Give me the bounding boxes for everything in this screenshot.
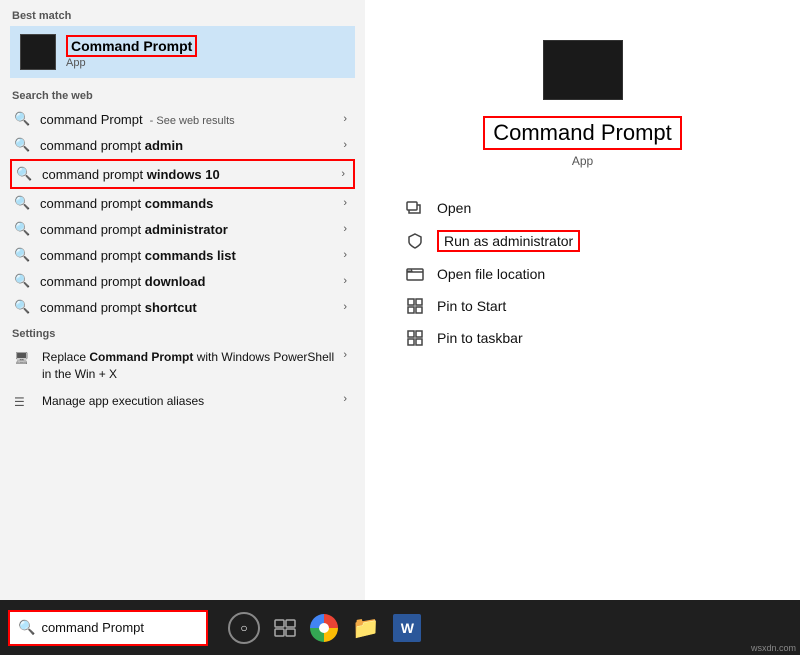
list-icon: ☰ bbox=[14, 395, 34, 415]
pin-start-icon bbox=[405, 296, 425, 316]
file-explorer-button[interactable]: 📁 bbox=[352, 615, 379, 641]
search-result-text: command prompt commands bbox=[40, 196, 343, 211]
settings-label: Settings bbox=[10, 328, 355, 340]
search-icon: 🔍 bbox=[14, 221, 30, 237]
open-label: Open bbox=[437, 200, 471, 216]
bold-text: admin bbox=[145, 138, 183, 153]
chevron-right-icon: › bbox=[341, 168, 349, 180]
search-result-text: command prompt administrator bbox=[40, 222, 343, 237]
cmd-preview-icon bbox=[543, 40, 623, 100]
cortana-button[interactable]: ○ bbox=[228, 612, 260, 644]
search-icon: 🔍 bbox=[14, 137, 30, 153]
list-item[interactable]: 🔍 command prompt shortcut › bbox=[10, 294, 355, 320]
monitor-icon: 🖥 bbox=[14, 351, 34, 371]
search-result-text: command prompt commands list bbox=[40, 248, 343, 263]
bold-text: commands list bbox=[145, 248, 236, 263]
search-icon: 🔍 bbox=[14, 247, 30, 263]
search-icon: 🔍 bbox=[14, 273, 30, 289]
pin-start-label: Pin to Start bbox=[437, 298, 506, 314]
pin-start-button[interactable]: Pin to Start bbox=[405, 290, 800, 322]
search-icon: 🔍 bbox=[14, 299, 30, 315]
taskbar-search-text: command Prompt bbox=[41, 620, 144, 635]
taskbar: 🔍 command Prompt ○ 📁 W wsxdn.com bbox=[0, 600, 800, 655]
search-result-text: command prompt admin bbox=[40, 138, 343, 153]
bold-text: download bbox=[145, 274, 206, 289]
settings-item-text: Replace Command Prompt with Windows Powe… bbox=[42, 349, 343, 383]
watermark-label: wsxdn.com bbox=[751, 643, 796, 653]
chevron-right-icon: › bbox=[343, 275, 351, 287]
app-preview-type: App bbox=[572, 154, 593, 168]
task-view-button[interactable] bbox=[274, 619, 296, 637]
run-as-admin-label: Run as administrator bbox=[437, 230, 580, 252]
taskbar-icons: ○ 📁 W bbox=[228, 612, 421, 644]
open-file-location-button[interactable]: Open file location bbox=[405, 258, 800, 290]
list-item[interactable]: 🔍 command prompt admin › bbox=[10, 132, 355, 158]
best-match-item[interactable]: Command Prompt App bbox=[10, 26, 355, 78]
app-preview-title: Command Prompt bbox=[483, 116, 682, 150]
bold-text: commands bbox=[145, 196, 214, 211]
chrome-icon[interactable] bbox=[310, 614, 338, 642]
search-result-text: command Prompt - See web results bbox=[40, 112, 343, 127]
pin-taskbar-label: Pin to taskbar bbox=[437, 330, 523, 346]
search-result-text: command prompt shortcut bbox=[40, 300, 343, 315]
cortana-icon: ○ bbox=[240, 621, 247, 635]
search-web-label: Search the web bbox=[10, 90, 355, 102]
best-match-app-type: App bbox=[66, 57, 197, 69]
bold-text: shortcut bbox=[145, 300, 197, 315]
chevron-right-icon: › bbox=[343, 393, 351, 405]
search-text-main: command Prompt bbox=[40, 112, 143, 127]
open-button[interactable]: Open bbox=[405, 192, 800, 224]
cmd-icon-best-match bbox=[20, 34, 56, 70]
chevron-right-icon: › bbox=[343, 249, 351, 261]
taskbar-search-icon: 🔍 bbox=[18, 619, 35, 636]
settings-section: Settings 🖥 Replace Command Prompt with W… bbox=[0, 322, 365, 422]
shield-icon bbox=[405, 231, 425, 251]
chevron-right-icon: › bbox=[343, 113, 351, 125]
list-item[interactable]: 🔍 command prompt administrator › bbox=[10, 216, 355, 242]
best-match-label: Best match bbox=[10, 10, 355, 22]
list-item[interactable]: 🖥 Replace Command Prompt with Windows Po… bbox=[10, 344, 355, 388]
action-list: Open Run as administrator Open file loca… bbox=[365, 192, 800, 354]
pin-taskbar-icon bbox=[405, 328, 425, 348]
best-match-app-name: Command Prompt bbox=[66, 35, 197, 57]
see-web-results-label: - See web results bbox=[147, 115, 235, 127]
list-item[interactable]: 🔍 command prompt commands › bbox=[10, 190, 355, 216]
folder-icon: 📁 bbox=[352, 615, 379, 641]
settings-item-text: Manage app execution aliases bbox=[42, 393, 343, 410]
chevron-right-icon: › bbox=[343, 349, 351, 361]
chevron-right-icon: › bbox=[343, 301, 351, 313]
chevron-right-icon: › bbox=[343, 223, 351, 235]
search-icon: 🔍 bbox=[14, 111, 30, 127]
search-icon: 🔍 bbox=[14, 195, 30, 211]
bold-text: windows 10 bbox=[147, 167, 220, 182]
run-as-admin-button[interactable]: Run as administrator bbox=[405, 224, 800, 258]
list-item[interactable]: 🔍 command Prompt - See web results › bbox=[10, 106, 355, 132]
list-item-windows10[interactable]: 🔍 command prompt windows 10 › bbox=[10, 159, 355, 189]
word-button[interactable]: W bbox=[393, 614, 421, 642]
list-item[interactable]: ☰ Manage app execution aliases › bbox=[10, 388, 355, 420]
search-icon: 🔍 bbox=[16, 166, 32, 182]
search-result-text: command prompt download bbox=[40, 274, 343, 289]
list-item[interactable]: 🔍 command prompt download › bbox=[10, 268, 355, 294]
pin-taskbar-button[interactable]: Pin to taskbar bbox=[405, 322, 800, 354]
best-match-section: Best match Command Prompt App bbox=[0, 0, 365, 84]
open-file-location-label: Open file location bbox=[437, 266, 545, 282]
bold-text: administrator bbox=[145, 222, 228, 237]
file-location-icon bbox=[405, 264, 425, 284]
taskbar-search-bar[interactable]: 🔍 command Prompt bbox=[8, 610, 208, 646]
chevron-right-icon: › bbox=[343, 139, 351, 151]
left-panel: Best match Command Prompt App Search the… bbox=[0, 0, 365, 600]
right-panel: Command Prompt App Open Run as administr… bbox=[365, 0, 800, 600]
search-result-text: command prompt windows 10 bbox=[42, 167, 341, 182]
search-web-section: Search the web 🔍 command Prompt - See we… bbox=[0, 84, 365, 322]
chevron-right-icon: › bbox=[343, 197, 351, 209]
list-item[interactable]: 🔍 command prompt commands list › bbox=[10, 242, 355, 268]
open-icon bbox=[405, 198, 425, 218]
